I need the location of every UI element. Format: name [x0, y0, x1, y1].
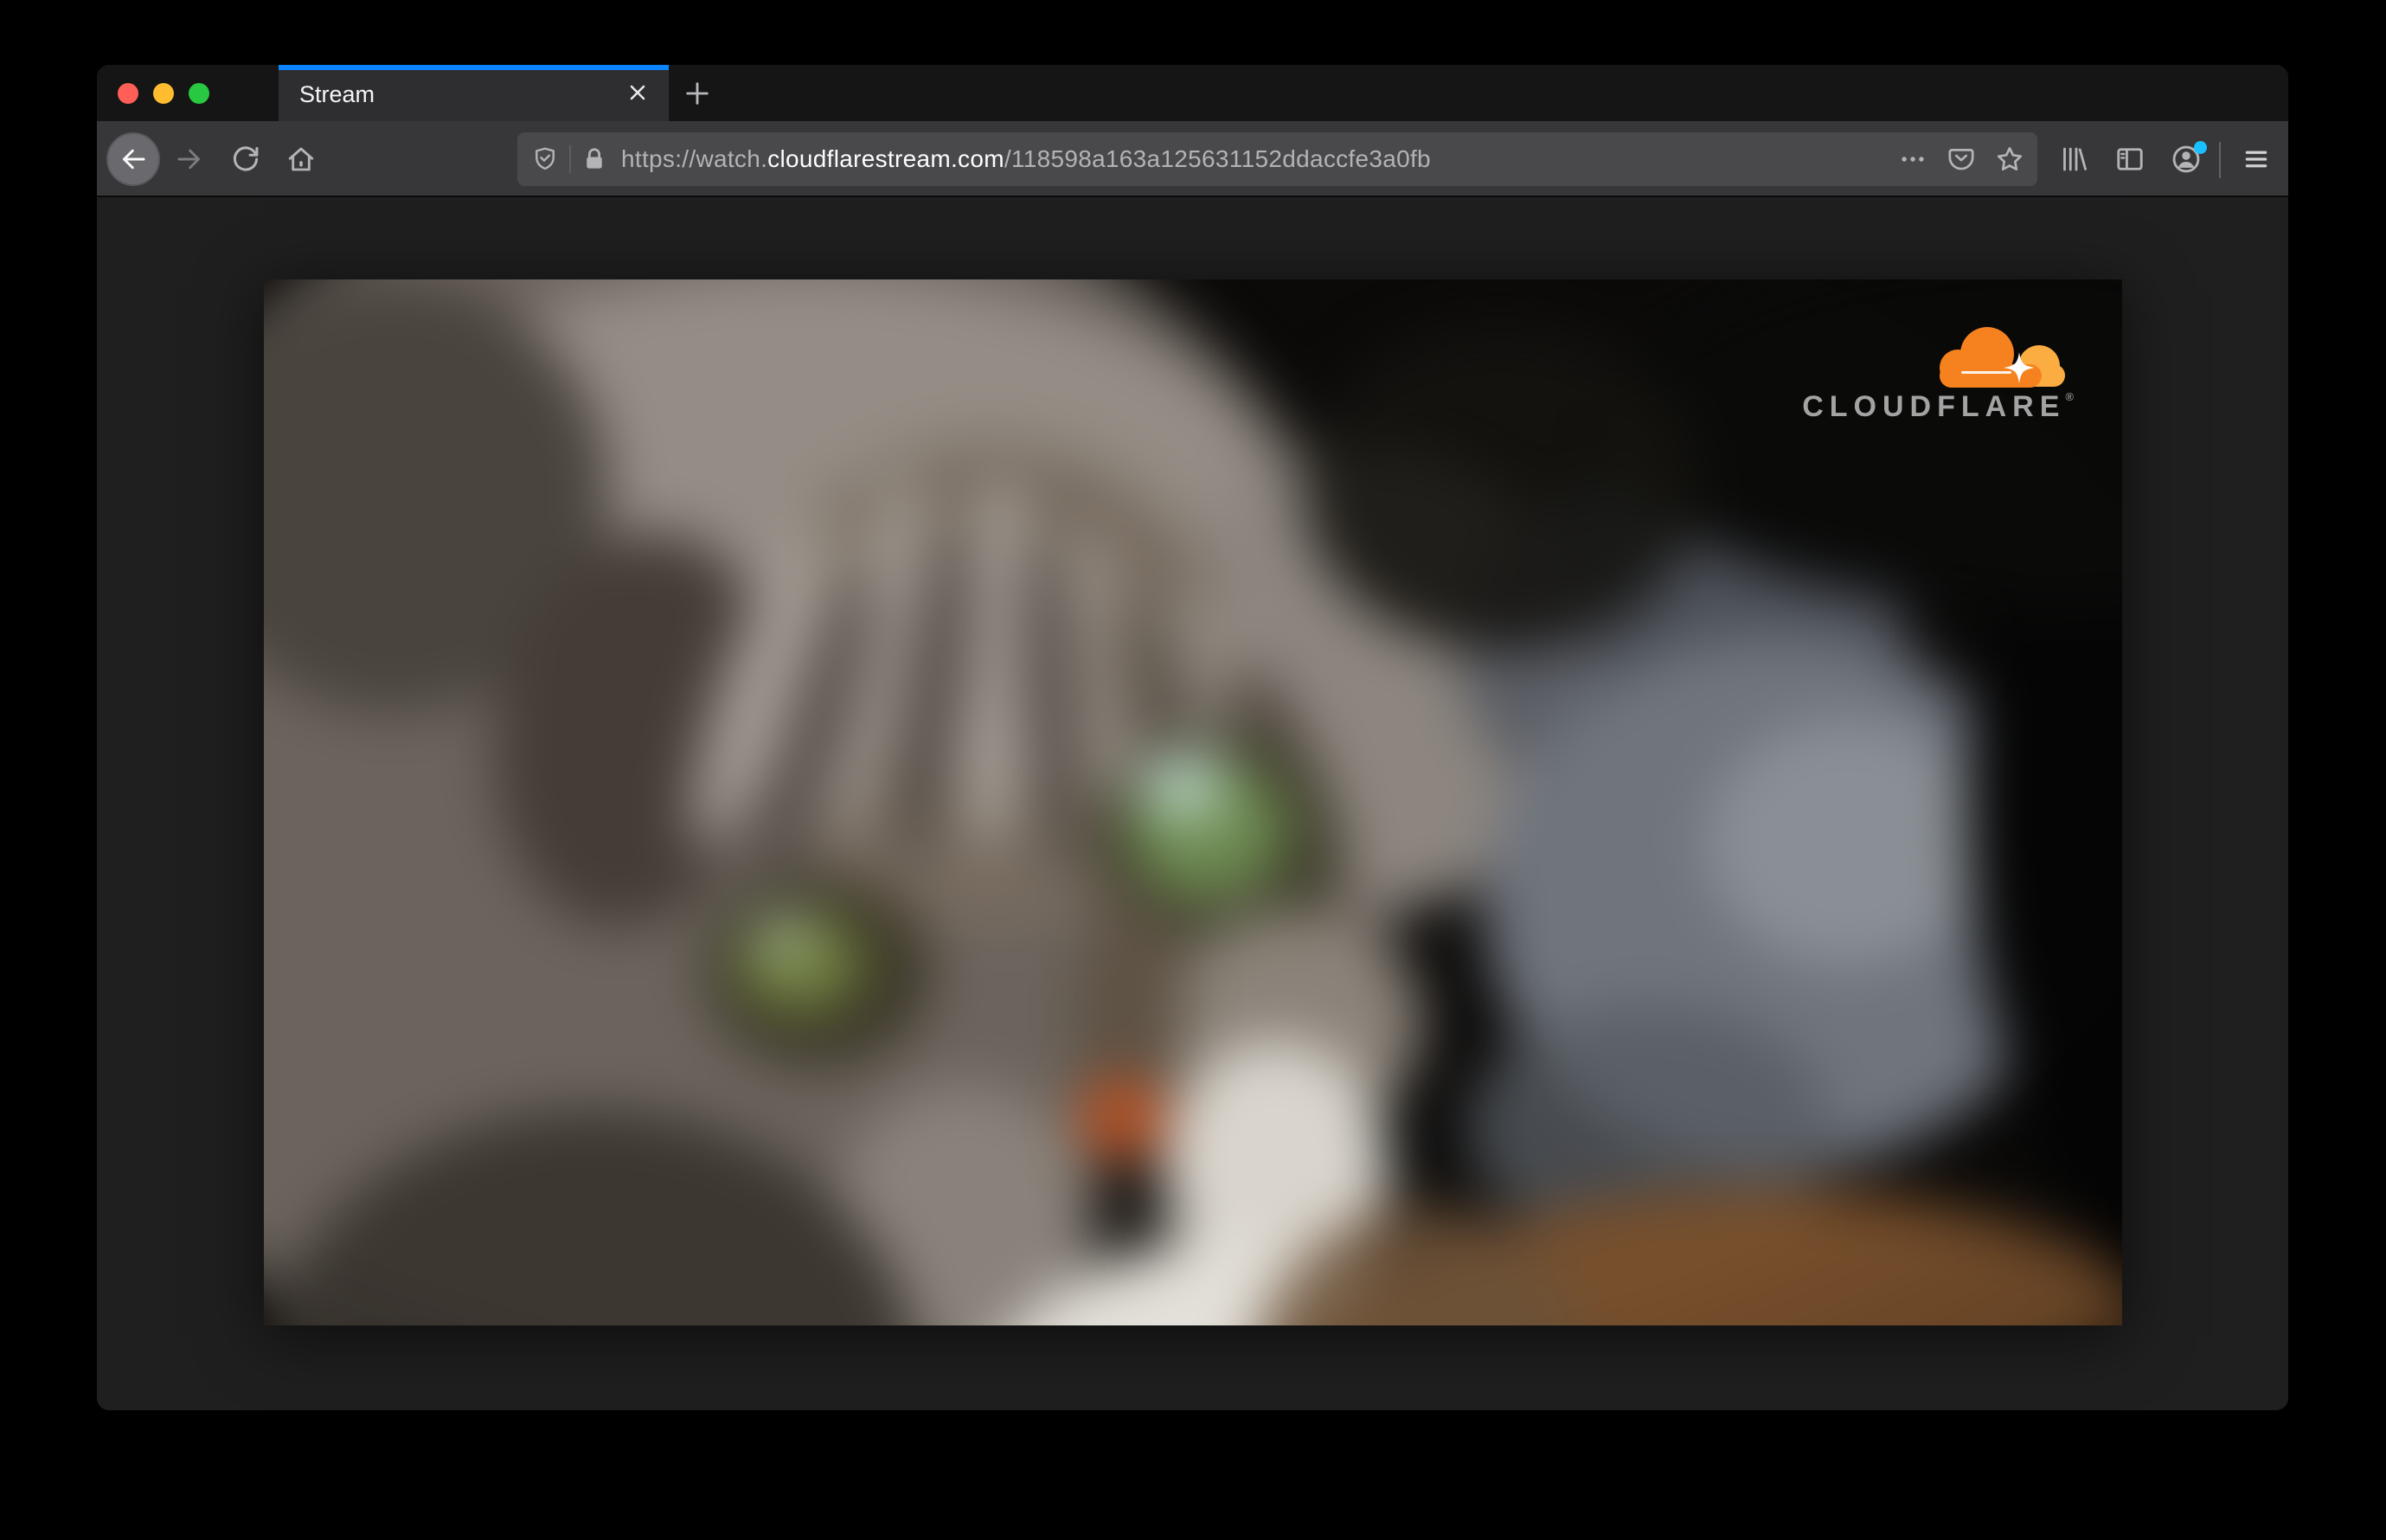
cloudflare-cloud-icon	[1940, 327, 2065, 388]
video-player[interactable]: CLOUDFLARE®	[264, 279, 2122, 1325]
tab-bar: Stream	[97, 65, 2288, 121]
hamburger-icon	[2245, 151, 2267, 168]
browser-window: Stream https://watch.cloudflarestream.co…	[97, 65, 2288, 1410]
minimize-window-button[interactable]	[153, 82, 174, 104]
tab-close-button[interactable]	[623, 78, 652, 107]
ellipsis-icon	[1902, 157, 1924, 162]
trademark-mark: ®	[2065, 390, 2074, 403]
cloudflare-wordmark: CLOUDFLARE®	[1802, 390, 2074, 423]
reload-icon	[233, 146, 259, 171]
sidebar-button[interactable]	[2102, 132, 2158, 186]
screenshot-background: Stream https://watch.cloudflarestream.co…	[0, 0, 2386, 1540]
toolbar-separator	[2219, 142, 2221, 178]
pocket-icon	[1948, 149, 1974, 170]
back-button[interactable]	[106, 132, 160, 186]
page-actions-button[interactable]	[1889, 135, 1937, 183]
https-lock-icon[interactable]	[581, 146, 607, 172]
forward-button[interactable]	[163, 132, 216, 186]
home-button[interactable]	[274, 132, 328, 186]
tab-stream[interactable]: Stream	[279, 65, 669, 121]
star-icon	[1997, 147, 2023, 171]
url-domain: cloudflarestream.com	[767, 145, 1004, 172]
video-vignette	[264, 279, 2122, 1325]
url-input[interactable]: https://watch.cloudflarestream.com/11859…	[517, 132, 2037, 186]
account-button[interactable]	[2158, 132, 2214, 186]
reload-button[interactable]	[219, 132, 273, 186]
close-window-button[interactable]	[118, 82, 138, 104]
url-path: /118598a163a125631152ddaccfe3a0fb	[1004, 145, 1431, 172]
close-icon	[630, 85, 645, 100]
url-text: https://watch.cloudflarestream.com/11859…	[621, 145, 1431, 173]
tab-title: Stream	[299, 81, 375, 107]
forward-arrow-icon	[177, 149, 200, 170]
sidebar-icon	[2117, 148, 2143, 170]
window-controls	[118, 65, 209, 121]
page-content: CLOUDFLARE®	[97, 199, 2288, 1410]
navigation-toolbar: https://watch.cloudflarestream.com/11859…	[97, 121, 2288, 197]
account-notification-dot	[2194, 141, 2207, 154]
urlbar-separator	[569, 145, 571, 173]
tracking-protection-shield-icon[interactable]	[531, 145, 559, 173]
back-arrow-icon	[123, 149, 145, 170]
bookmark-star-button[interactable]	[1985, 135, 2034, 183]
cloudflare-logo: CLOUDFLARE®	[1780, 323, 2074, 424]
library-icon	[2063, 147, 2087, 171]
url-scheme-subdomain: https://watch.	[621, 145, 768, 172]
menu-button[interactable]	[2229, 132, 2284, 186]
plus-icon	[686, 81, 709, 105]
library-button[interactable]	[2046, 132, 2101, 186]
home-icon	[288, 147, 314, 171]
new-tab-button[interactable]	[673, 65, 722, 121]
zoom-window-button[interactable]	[189, 82, 209, 104]
save-to-pocket-button[interactable]	[1937, 135, 1985, 183]
